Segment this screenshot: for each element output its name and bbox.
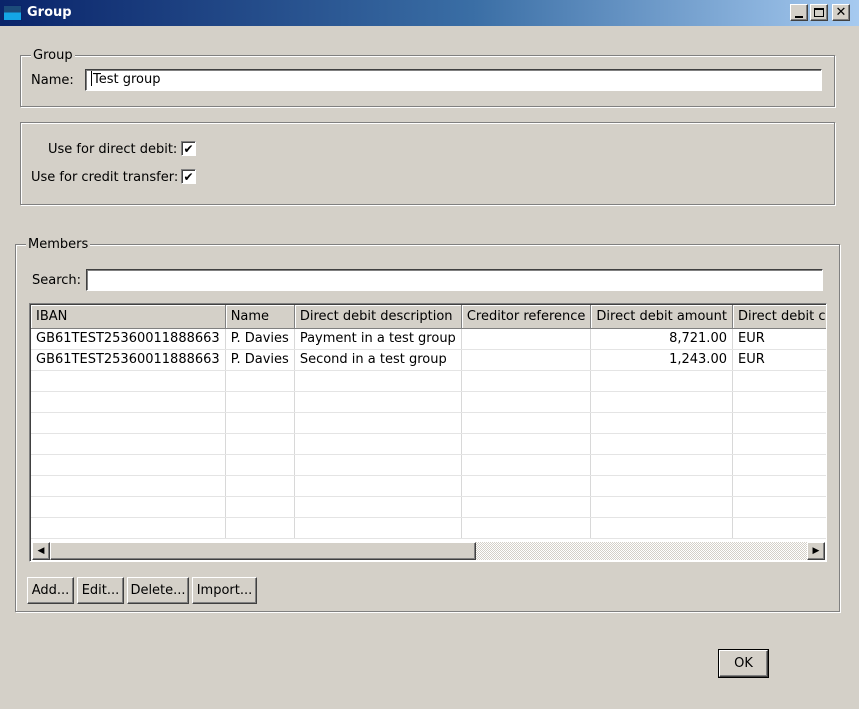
- minimize-icon: [795, 15, 803, 18]
- minimize-button[interactable]: [790, 4, 808, 21]
- edit-button[interactable]: Edit...: [77, 577, 124, 604]
- table-row[interactable]: GB61TEST25360011888663 P. Davies Second …: [31, 349, 826, 371]
- delete-button[interactable]: Delete...: [127, 577, 189, 604]
- amount-cell: 1,243.00: [590, 349, 733, 371]
- scroll-left-button[interactable]: ◀: [32, 542, 50, 560]
- members-table[interactable]: IBAN Name Direct debit description Credi…: [29, 303, 827, 562]
- window-title: Group: [27, 5, 72, 20]
- column-header-name[interactable]: Name: [225, 305, 295, 329]
- empty-row: [31, 433, 826, 455]
- arrow-left-icon: ◀: [37, 546, 45, 556]
- creditor-reference-cell: [461, 349, 592, 371]
- amount-cell: 8,721.00: [590, 328, 733, 350]
- maximize-button[interactable]: [810, 4, 828, 21]
- maximize-icon: [814, 8, 824, 17]
- members-legend: Members: [26, 237, 91, 252]
- group-legend: Group: [31, 48, 75, 63]
- members-grid: IBAN Name Direct debit description Credi…: [31, 305, 826, 539]
- ok-button[interactable]: OK: [718, 649, 769, 678]
- credit-transfer-label: Use for credit transfer:: [31, 170, 179, 185]
- direct-debit-checkbox[interactable]: ✔: [181, 141, 196, 156]
- empty-row: [31, 496, 826, 518]
- description-cell: Second in a test group: [294, 349, 462, 371]
- empty-row: [31, 391, 826, 413]
- search-label: Search:: [32, 273, 82, 288]
- empty-row: [31, 475, 826, 497]
- usage-options-section: Use for direct debit: ✔ Use for credit t…: [20, 122, 835, 205]
- creditor-reference-cell: [461, 328, 592, 350]
- name-cell: P. Davies: [225, 349, 295, 371]
- column-header-amount[interactable]: Direct debit amount: [590, 305, 733, 329]
- empty-row: [31, 454, 826, 476]
- currency-cell: EUR: [732, 349, 826, 371]
- empty-row: [31, 517, 826, 539]
- empty-row: [31, 370, 826, 392]
- direct-debit-label: Use for direct debit:: [48, 142, 178, 157]
- column-header-description[interactable]: Direct debit description: [294, 305, 462, 329]
- name-label: Name:: [31, 73, 74, 88]
- group-section: Group Name: Test group: [20, 48, 835, 107]
- horizontal-scrollbar[interactable]: ◀ ▶: [32, 542, 825, 560]
- empty-row: [31, 412, 826, 434]
- scroll-right-button[interactable]: ▶: [807, 542, 825, 560]
- column-header-currency[interactable]: Direct debit currency: [732, 305, 826, 329]
- close-button[interactable]: ✕: [832, 4, 850, 21]
- close-icon: ✕: [835, 5, 847, 20]
- title-bar[interactable]: Group ✕: [0, 0, 859, 26]
- table-row[interactable]: GB61TEST25360011888663 P. Davies Payment…: [31, 328, 826, 350]
- import-button[interactable]: Import...: [192, 577, 257, 604]
- text-caret: [91, 71, 92, 86]
- name-input-value: Test group: [93, 72, 161, 87]
- credit-transfer-checkbox[interactable]: ✔: [181, 169, 196, 184]
- description-cell: Payment in a test group: [294, 328, 462, 350]
- checkmark-icon: ✔: [183, 141, 194, 156]
- column-header-creditor-reference[interactable]: Creditor reference: [461, 305, 592, 329]
- iban-cell: GB61TEST25360011888663: [31, 349, 226, 371]
- checkmark-icon: ✔: [183, 169, 194, 184]
- arrow-right-icon: ▶: [812, 546, 820, 556]
- scrollbar-thumb[interactable]: [50, 542, 476, 560]
- app-icon: [3, 5, 22, 21]
- name-cell: P. Davies: [225, 328, 295, 350]
- currency-cell: EUR: [732, 328, 826, 350]
- iban-cell: GB61TEST25360011888663: [31, 328, 226, 350]
- column-header-iban[interactable]: IBAN: [31, 305, 226, 329]
- header-row: IBAN Name Direct debit description Credi…: [31, 305, 826, 329]
- name-input[interactable]: Test group: [85, 69, 822, 91]
- add-button[interactable]: Add...: [27, 577, 74, 604]
- search-input[interactable]: [86, 269, 823, 291]
